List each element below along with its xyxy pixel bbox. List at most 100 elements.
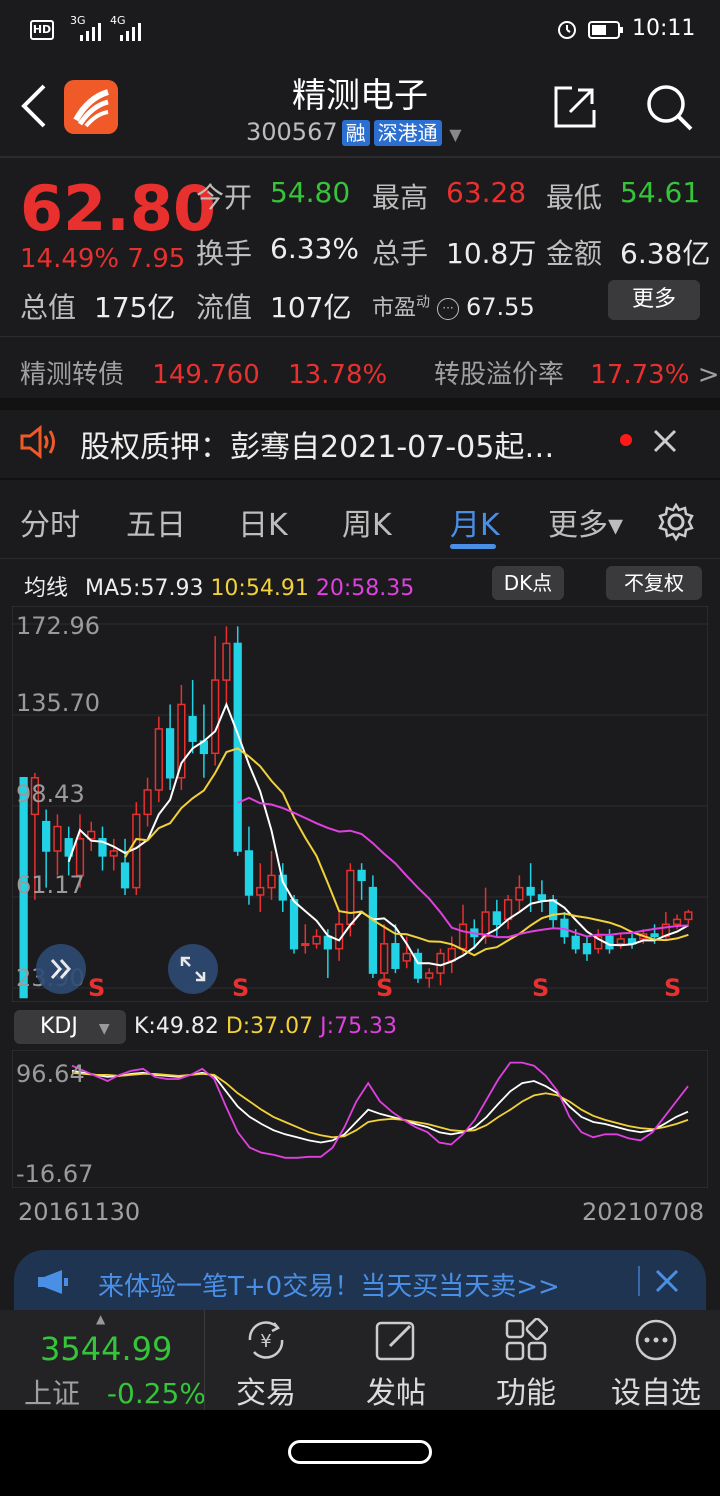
kline-chart[interactable]: 172.96135.7098.4361.1723.90 SSSSS xyxy=(12,606,708,1002)
promo-text: 来体验一笔T+0交易！当天买当天卖>> xyxy=(98,1272,560,1302)
post-label: 发帖 xyxy=(366,1376,426,1411)
more-dots-icon[interactable]: ··· xyxy=(437,298,460,320)
tab-weekly[interactable]: 周K xyxy=(342,500,392,544)
function-label: 功能 xyxy=(496,1376,556,1411)
hd-icon: HD xyxy=(30,20,54,40)
convertible-bond-row[interactable]: 精测转债 149.760 13.78% xyxy=(20,354,387,391)
candle-body xyxy=(380,943,389,974)
home-pill[interactable] xyxy=(288,1440,432,1464)
candle-body xyxy=(256,886,265,896)
close-banner-button[interactable] xyxy=(654,1268,680,1298)
candle-body xyxy=(301,943,310,947)
candle-body xyxy=(211,679,220,755)
close-icon xyxy=(653,429,677,453)
ma5-value: MA5:57.93 xyxy=(85,576,204,601)
candle-body xyxy=(650,933,659,938)
candle-body xyxy=(165,728,175,779)
volume-label: 总手 xyxy=(372,237,429,270)
y-tick-label: 61.17 xyxy=(16,871,85,899)
notice-text[interactable]: 股权质押：彭骞自2021-07-05起… xyxy=(80,422,554,466)
pe-label: 市盈 xyxy=(372,296,417,321)
clock: 10:11 xyxy=(632,16,696,41)
trade-button[interactable]: ¥ 交易 xyxy=(206,1312,326,1412)
dk-point-button[interactable]: DK点 xyxy=(492,566,564,600)
candle-body xyxy=(109,850,118,857)
signal-icon xyxy=(120,22,146,47)
close-notice-button[interactable] xyxy=(652,428,678,458)
svg-text:¥: ¥ xyxy=(260,1331,271,1352)
stock-code-row[interactable]: 300567 融深港通 ▼ xyxy=(246,118,462,146)
turnover-label: 换手 xyxy=(196,237,253,270)
adjust-button[interactable]: 不复权 xyxy=(606,566,702,600)
candle-body xyxy=(391,943,400,969)
y-tick-label: 172.96 xyxy=(16,612,100,640)
search-button[interactable] xyxy=(644,82,694,136)
ma-legend: 均线 MA5:57.93 10:54.91 20:58.35 xyxy=(24,570,414,602)
candle-body xyxy=(526,886,535,896)
close-icon xyxy=(655,1269,679,1293)
search-icon xyxy=(647,85,693,131)
more-button[interactable]: 更多 xyxy=(608,280,700,320)
function-button[interactable]: 功能 xyxy=(466,1312,586,1412)
add-watchlist-label: 设自选 xyxy=(611,1376,701,1411)
alarm-icon xyxy=(556,18,578,46)
candle-body xyxy=(492,911,501,926)
promo-banner[interactable]: 来体验一笔T+0交易！当天买当天卖>> xyxy=(14,1250,706,1312)
yuan-cycle-icon: ¥ xyxy=(244,1318,288,1362)
add-watchlist-button[interactable]: 设自选 xyxy=(596,1312,716,1412)
system-nav-bar xyxy=(0,1410,720,1496)
k-value: K:49.82 xyxy=(134,1014,219,1039)
mktcap-label: 总值 xyxy=(20,291,77,324)
candle-body xyxy=(537,894,547,901)
open-label: 今开 xyxy=(196,181,253,214)
index-pct: -0.25% xyxy=(106,1377,206,1410)
candle-body xyxy=(244,850,254,896)
tab-intraday[interactable]: 分时 xyxy=(20,500,80,544)
candle-body xyxy=(672,918,682,926)
candle-body xyxy=(132,813,141,889)
premium-label: 转股溢价率 xyxy=(434,360,565,390)
index-row[interactable]: 上证 -0.25% xyxy=(24,1372,206,1412)
tab-5day[interactable]: 五日 xyxy=(126,500,186,544)
premium-value: 17.73% xyxy=(590,360,690,390)
fullscreen-button[interactable] xyxy=(168,944,218,994)
post-button[interactable]: 发帖 xyxy=(336,1312,456,1412)
candle-body xyxy=(289,899,299,950)
change-amount: 7.95 xyxy=(127,244,186,274)
candle-body xyxy=(425,972,434,979)
candle-body xyxy=(177,703,186,779)
candle-body xyxy=(188,715,197,742)
ma-label: 均线 xyxy=(24,576,69,601)
tab-daily[interactable]: 日K xyxy=(238,500,288,544)
premium-row[interactable]: 转股溢价率 17.73% > xyxy=(434,354,719,391)
open-value: 54.80 xyxy=(270,176,351,209)
tab-more[interactable]: 更多▾ xyxy=(548,500,623,544)
low-label: 最低 xyxy=(546,181,603,214)
low-value: 54.61 xyxy=(620,176,701,209)
share-button[interactable] xyxy=(552,84,598,134)
grid-icon xyxy=(504,1317,549,1362)
settings-button[interactable] xyxy=(656,502,696,546)
high-label: 最高 xyxy=(372,181,429,214)
kdj-chart[interactable]: 96.64 -16.67 xyxy=(12,1050,708,1188)
indicator-select[interactable]: KDJ ▼ xyxy=(14,1010,126,1044)
candle-body xyxy=(154,728,163,791)
amount-label: 金额 xyxy=(546,237,603,270)
bond-price: 149.760 xyxy=(152,360,260,390)
candle-body xyxy=(120,862,130,889)
candle-body xyxy=(53,825,62,852)
status-bar: HD 3G 4G 10:11 xyxy=(0,0,720,56)
pe-label-row: 市盈动 ··· 67.55 xyxy=(372,290,535,322)
candle-body xyxy=(582,943,592,955)
expand-left-button[interactable] xyxy=(36,944,86,994)
stock-header: 精测电子 300567 融深港通 ▼ xyxy=(0,56,720,156)
sell-marker: S xyxy=(664,974,681,1002)
volume-value: 10.8万 xyxy=(446,237,537,270)
bond-pct: 13.78% xyxy=(288,360,388,390)
candle-body xyxy=(267,874,276,889)
tab-monthly[interactable]: 月K xyxy=(450,500,500,544)
mktcap-value: 175亿 xyxy=(94,291,176,324)
index-value[interactable]: 3544.99 xyxy=(40,1330,172,1368)
sell-marker: S xyxy=(88,974,105,1002)
candle-body xyxy=(616,938,625,945)
